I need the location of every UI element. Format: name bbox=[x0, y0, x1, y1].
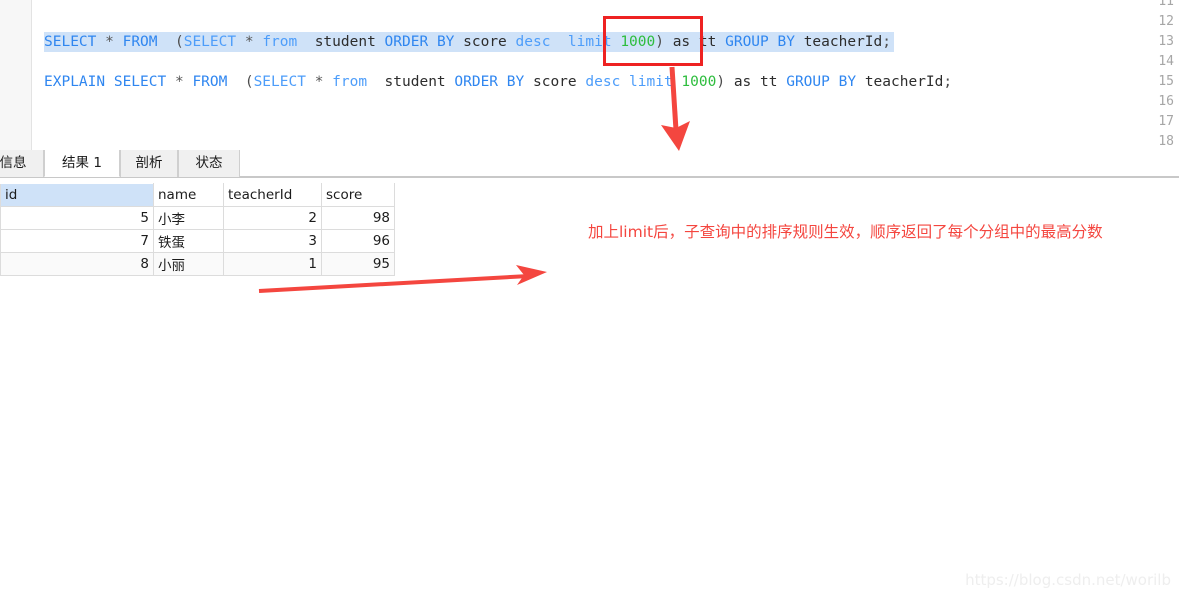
cell-id[interactable]: 7 bbox=[0, 229, 154, 253]
line-number: 14 bbox=[1158, 54, 1174, 69]
result-tab-2[interactable]: 剖析 bbox=[120, 150, 178, 177]
line-number: 18 bbox=[1158, 134, 1174, 149]
cell-name[interactable]: 小丽 bbox=[153, 252, 224, 276]
red-highlight-box bbox=[603, 16, 703, 66]
cell-teacherId[interactable]: 3 bbox=[223, 229, 322, 253]
table-header-row: id name teacherId score bbox=[0, 183, 395, 207]
sql-code-line[interactable]: EXPLAIN SELECT * FROM (SELECT * from stu… bbox=[44, 72, 952, 92]
result-tab-0[interactable]: 信息 bbox=[0, 150, 44, 177]
table-row[interactable]: 7 铁蛋 3 96 bbox=[0, 229, 395, 253]
annotation-note: 加上limit后，子查询中的排序规则生效，顺序返回了每个分组中的最高分数 bbox=[588, 223, 1103, 241]
result-grid[interactable]: id name teacherId score 5 小李 2 98 7 铁蛋 3 96 8 小丽 1… bbox=[0, 183, 395, 276]
cell-name[interactable]: 铁蛋 bbox=[153, 229, 224, 253]
cell-id[interactable]: 8 bbox=[0, 252, 154, 276]
sql-editor[interactable]: 11 12 13 14 15 16 17 18 SELECT * FROM (SELECT *… bbox=[0, 0, 1179, 150]
cell-score[interactable]: 98 bbox=[321, 206, 395, 230]
column-header-teacherid[interactable]: teacherId bbox=[223, 183, 322, 207]
sql-code-line[interactable]: SELECT * FROM (SELECT * from student ORD… bbox=[44, 32, 895, 52]
result-panel: 信息 结果 1 剖析 状态 id name teacherId score 5 小李 2 9… bbox=[0, 150, 1179, 595]
line-number: 12 bbox=[1158, 14, 1174, 29]
line-number: 13 bbox=[1158, 34, 1174, 49]
result-tab-3[interactable]: 状态 bbox=[178, 150, 240, 177]
cell-teacherId[interactable]: 1 bbox=[223, 252, 322, 276]
watermark: https://blog.csdn.net/worilb bbox=[965, 571, 1171, 589]
line-number: 15 bbox=[1158, 74, 1174, 89]
table-row[interactable]: 5 小李 2 98 bbox=[0, 206, 395, 230]
cell-name[interactable]: 小李 bbox=[153, 206, 224, 230]
table-row[interactable]: 8 小丽 1 95 bbox=[0, 252, 395, 276]
column-header-id[interactable]: id bbox=[0, 183, 154, 207]
result-tabstrip[interactable]: 信息 结果 1 剖析 状态 bbox=[0, 150, 1179, 178]
cell-id[interactable]: 5 bbox=[0, 206, 154, 230]
line-number: 17 bbox=[1158, 114, 1174, 129]
result-tab-1[interactable]: 结果 1 bbox=[44, 150, 120, 177]
column-header-name[interactable]: name bbox=[153, 183, 224, 207]
cell-score[interactable]: 96 bbox=[321, 229, 395, 253]
column-header-score[interactable]: score bbox=[321, 183, 395, 207]
cell-teacherId[interactable]: 2 bbox=[223, 206, 322, 230]
line-number-gutter bbox=[0, 0, 32, 150]
tabstrip-filler bbox=[203, 150, 1179, 177]
line-number: 11 bbox=[1158, 0, 1174, 9]
cell-score[interactable]: 95 bbox=[321, 252, 395, 276]
line-number: 16 bbox=[1158, 94, 1174, 109]
result-grid-body[interactable]: 5 小李 2 98 7 铁蛋 3 96 8 小丽 1 95 bbox=[0, 206, 395, 276]
